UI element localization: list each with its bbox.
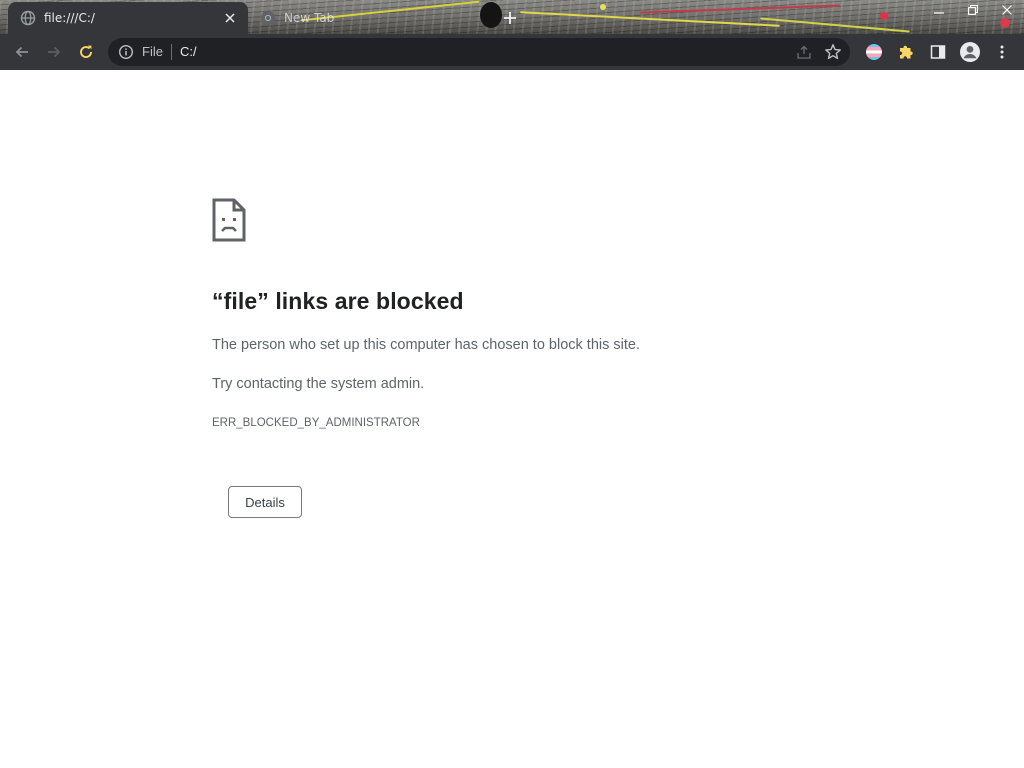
back-button[interactable]	[10, 40, 34, 64]
forward-arrow-icon	[48, 46, 61, 58]
error-message: The person who set up this computer has …	[212, 337, 640, 353]
tab-new-tab[interactable]: New Tab	[252, 2, 492, 34]
reload-icon	[80, 45, 92, 58]
plus-icon	[504, 12, 516, 24]
tab-file-c[interactable]: file:///C:/	[8, 2, 248, 34]
theme-decoration	[600, 4, 606, 10]
browser-toolbar: File C:/	[0, 34, 1024, 70]
profile-avatar-icon	[960, 42, 980, 62]
close-icon	[1002, 5, 1012, 15]
error-title: “file” links are blocked	[212, 288, 464, 314]
more-menu-button[interactable]	[990, 40, 1014, 64]
window-controls	[922, 0, 1024, 32]
close-tab-icon[interactable]	[222, 10, 238, 26]
omnibox-divider	[171, 44, 172, 60]
scheme-label: File	[142, 44, 163, 59]
profile-button[interactable]	[958, 40, 982, 64]
info-icon[interactable]	[118, 44, 134, 60]
flag-extension-icon	[866, 44, 882, 60]
theme-decoration	[760, 17, 910, 33]
url-text[interactable]: C:/	[180, 44, 197, 59]
tab-title: New Tab	[284, 11, 335, 25]
reload-button[interactable]	[74, 40, 98, 64]
theme-decoration	[640, 4, 840, 14]
forward-button[interactable]	[42, 40, 66, 64]
restore-button[interactable]	[956, 0, 990, 20]
error-code: ERR_BLOCKED_BY_ADMINISTRATOR	[212, 417, 420, 429]
sad-document-icon	[212, 198, 246, 242]
details-button[interactable]: Details	[228, 486, 302, 518]
address-bar[interactable]: File C:/	[108, 38, 850, 66]
error-page: “file” links are blocked The person who …	[0, 70, 1024, 768]
new-tab-button[interactable]	[498, 6, 522, 30]
close-window-button[interactable]	[990, 0, 1024, 20]
more-menu-icon	[1000, 45, 1004, 59]
restore-icon	[968, 5, 978, 15]
tab-strip: file:///C:/ New Tab	[0, 0, 1024, 34]
back-arrow-icon	[15, 46, 28, 58]
extensions-button[interactable]	[894, 40, 918, 64]
minimize-button[interactable]	[922, 0, 956, 20]
theme-decoration	[520, 11, 780, 27]
minimize-icon	[934, 12, 944, 14]
tab-title: file:///C:/	[44, 11, 95, 25]
theme-decoration	[880, 12, 888, 20]
side-panel-icon	[930, 45, 946, 59]
puzzle-extensions-icon	[900, 45, 913, 59]
bookmark-star-icon[interactable]	[824, 43, 842, 61]
globe-icon	[20, 10, 36, 26]
flag-extension-button[interactable]	[862, 40, 886, 64]
chrome-icon	[261, 11, 275, 25]
error-suggestion: Try contacting the system admin.	[212, 376, 425, 392]
share-icon[interactable]	[796, 44, 812, 60]
side-panel-button[interactable]	[926, 40, 950, 64]
